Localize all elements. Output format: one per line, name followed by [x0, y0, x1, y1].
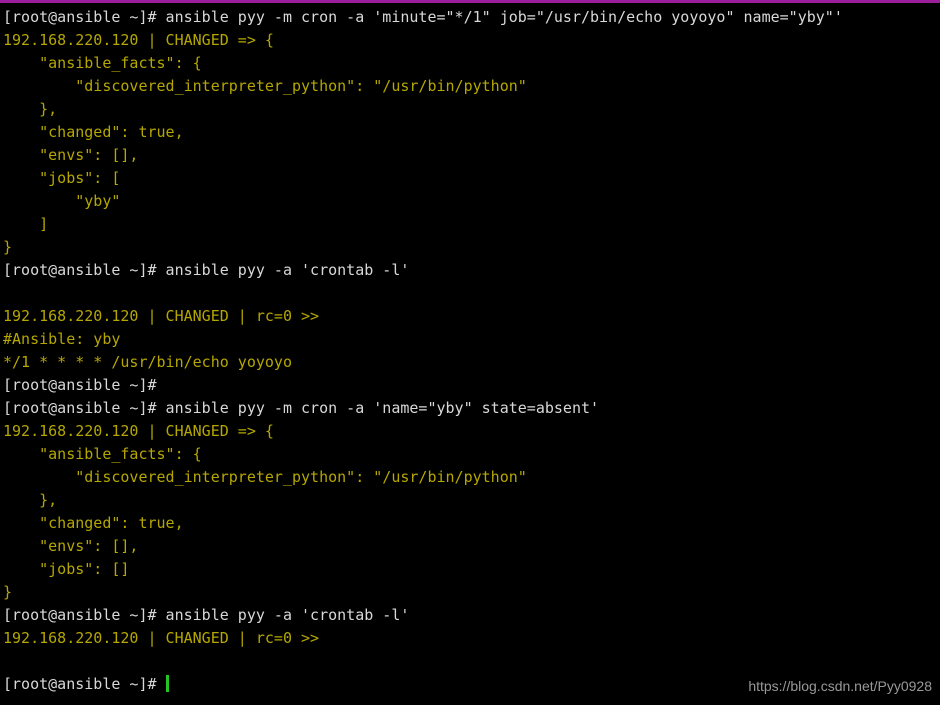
terminal-line-output: 192.168.220.120 | CHANGED | rc=0 >>: [3, 307, 320, 325]
prompt-text: [root@ansible ~]#: [3, 675, 166, 693]
terminal-line-prompt: [root@ansible ~]# ansible pyy -m cron -a…: [3, 399, 600, 417]
terminal-line-output: }: [3, 238, 13, 256]
terminal-line-prompt: [root@ansible ~]#: [3, 376, 157, 394]
terminal-line-output: "discovered_interpreter_python": "/usr/b…: [3, 468, 527, 486]
terminal-screen[interactable]: [root@ansible ~]# ansible pyy -m cron -a…: [0, 3, 940, 696]
terminal-line-prompt: [root@ansible ~]# ansible pyy -m cron -a…: [3, 8, 843, 26]
terminal-line-output: "envs": [],: [3, 146, 139, 164]
terminal-line-output: },: [3, 100, 58, 118]
terminal-line-output: "yby": [3, 192, 121, 210]
terminal-line-output: }: [3, 583, 13, 601]
terminal-line-output: #Ansible: yby: [3, 330, 121, 348]
terminal-line-output: 192.168.220.120 | CHANGED | rc=0 >>: [3, 629, 320, 647]
terminal-line-output: "changed": true,: [3, 123, 184, 141]
text-cursor: [165, 675, 169, 692]
terminal-line-output: "envs": [],: [3, 537, 139, 555]
terminal-line-prompt: [root@ansible ~]# ansible pyy -a 'cronta…: [3, 606, 410, 624]
terminal-line-output: "ansible_facts": {: [3, 54, 202, 72]
terminal-line-output: "ansible_facts": {: [3, 445, 202, 463]
terminal-window[interactable]: [root@ansible ~]# ansible pyy -m cron -a…: [0, 0, 940, 705]
terminal-line-output: "discovered_interpreter_python": "/usr/b…: [3, 77, 527, 95]
terminal-line-output: "jobs": []: [3, 560, 130, 578]
terminal-line-output: ]: [3, 215, 49, 233]
terminal-line-output: 192.168.220.120 | CHANGED => {: [3, 422, 274, 440]
terminal-line-output: 192.168.220.120 | CHANGED => {: [3, 31, 274, 49]
watermark-url: https://blog.csdn.net/Pyy0928: [748, 678, 932, 694]
terminal-line-output: "jobs": [: [3, 169, 121, 187]
terminal-line-output: },: [3, 491, 58, 509]
terminal-line-output: "changed": true,: [3, 514, 184, 532]
terminal-line-output: */1 * * * * /usr/bin/echo yoyoyo: [3, 353, 292, 371]
terminal-line-prompt: [root@ansible ~]# ansible pyy -a 'cronta…: [3, 261, 410, 279]
